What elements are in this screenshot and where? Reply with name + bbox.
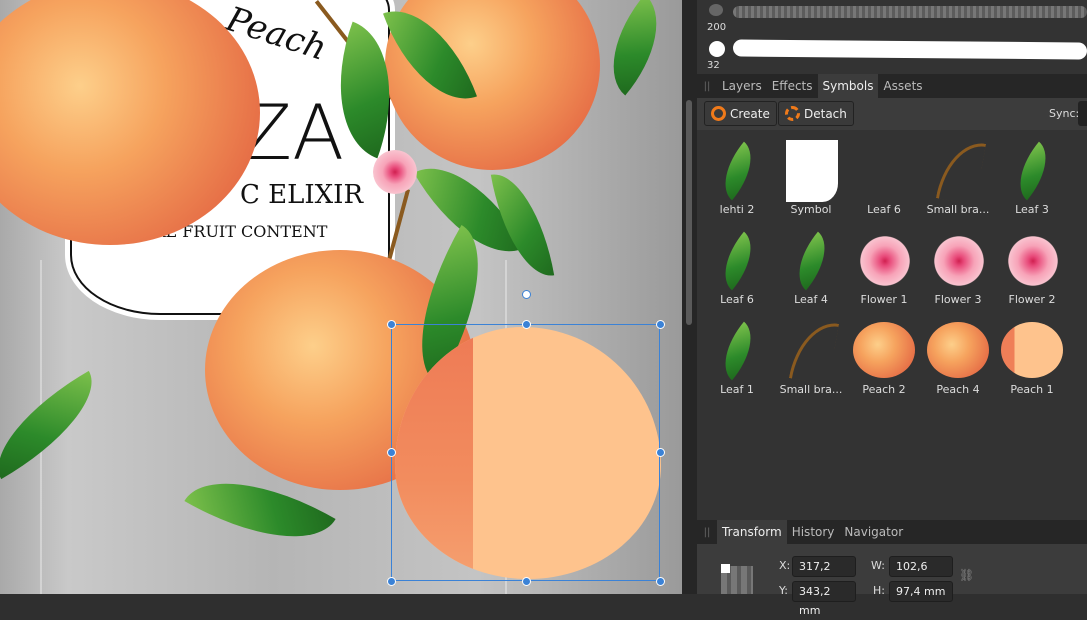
label-line1: C ELIXIR	[240, 180, 364, 210]
symbol-thumbnail-leaf	[1005, 141, 1061, 201]
symbol-label: Leaf 6	[867, 203, 901, 216]
symbol-thumbnail-leaf	[710, 231, 766, 291]
resize-handle[interactable]	[387, 320, 396, 329]
brush-tip-icon	[709, 41, 725, 57]
selection-box[interactable]	[391, 324, 660, 581]
symbol-thumbnail-none	[859, 140, 911, 202]
w-label: W:	[871, 559, 885, 572]
symbol-label: Leaf 6	[720, 293, 754, 306]
symbol-item[interactable]: Flower 1	[847, 222, 921, 312]
symbol-thumbnail-flower	[859, 230, 911, 292]
panel-grip-icon[interactable]: ||	[697, 527, 717, 538]
symbol-label: Leaf 3	[1015, 203, 1049, 216]
brush-size: 32	[707, 60, 720, 71]
symbol-item[interactable]: Peach 4	[921, 312, 995, 402]
detach-icon	[785, 106, 800, 121]
panel-grip-icon[interactable]: ||	[697, 81, 717, 92]
symbol-item[interactable]: Peach 2	[847, 312, 921, 402]
symbol-thumbnail-white	[786, 140, 838, 202]
brush-stroke-preview	[733, 6, 1087, 18]
bottom-panel-tabs: || Transform History Navigator	[697, 520, 1087, 544]
brush-size: 200	[707, 22, 727, 33]
symbol-label: Small bra...	[779, 383, 843, 396]
resize-handle[interactable]	[522, 320, 531, 329]
create-symbol-button[interactable]: Create	[704, 101, 777, 126]
symbol-thumbnail-leaf	[710, 321, 766, 381]
tab-history[interactable]: History	[787, 520, 840, 544]
tab-layers[interactable]: Layers	[717, 74, 767, 98]
symbol-label: Flower 1	[860, 293, 908, 306]
resize-handle[interactable]	[656, 320, 665, 329]
symbol-label: Peach 1	[1010, 383, 1054, 396]
symbol-label: Flower 3	[934, 293, 982, 306]
symbol-item[interactable]: Flower 2	[995, 222, 1069, 312]
symbol-label: Leaf 4	[794, 293, 828, 306]
resize-handle[interactable]	[656, 577, 665, 586]
symbol-thumbnail-flower	[1007, 230, 1059, 292]
symbol-item[interactable]: Leaf 1	[700, 312, 774, 402]
symbol-thumbnail-branch	[788, 316, 840, 386]
create-label: Create	[730, 106, 770, 121]
panel-tabs: || Layers Effects Symbols Assets	[697, 74, 1087, 98]
symbol-thumbnail-flatpeach	[1001, 322, 1063, 378]
symbol-item[interactable]: Small bra...	[774, 312, 848, 402]
symbol-label: Peach 4	[936, 383, 980, 396]
tab-navigator[interactable]: Navigator	[839, 520, 908, 544]
link-aspect-icon[interactable]: ⛓	[959, 568, 974, 582]
symbol-item[interactable]: Symbol	[774, 132, 848, 222]
sync-dropdown[interactable]	[1078, 101, 1087, 126]
symbol-thumbnail-flower	[933, 230, 985, 292]
resize-handle[interactable]	[387, 577, 396, 586]
symbol-label: Small bra...	[926, 203, 990, 216]
symbol-item[interactable]: lehti 2	[700, 132, 774, 222]
right-panel: 200 32 || Layers Effects Symbols Assets …	[697, 0, 1087, 617]
rotate-handle[interactable]	[522, 290, 531, 299]
tab-transform[interactable]: Transform	[717, 520, 787, 544]
resize-handle[interactable]	[387, 448, 396, 457]
symbol-item[interactable]: Small bra...	[921, 132, 995, 222]
symbol-thumbnail-peach	[927, 322, 989, 378]
x-label: X:	[779, 559, 791, 572]
detach-symbol-button[interactable]: Detach	[778, 101, 854, 126]
symbol-item[interactable]: Leaf 6	[847, 132, 921, 222]
leaf	[0, 370, 114, 480]
symbol-thumbnail-leaf	[710, 141, 766, 201]
symbol-label: Symbol	[790, 203, 832, 216]
symbol-item[interactable]: Peach 1	[995, 312, 1069, 402]
x-field[interactable]: 317,2 mm	[792, 556, 856, 592]
anchor-selected[interactable]	[721, 564, 730, 573]
h-label: H:	[873, 584, 885, 597]
symbol-label: Leaf 1	[720, 383, 754, 396]
width-field[interactable]: 102,6 mm	[889, 556, 953, 592]
scrollbar-thumb[interactable]	[686, 100, 692, 325]
brush-item[interactable]: 32	[697, 38, 1087, 72]
symbol-item[interactable]: Leaf 6	[700, 222, 774, 312]
resize-handle[interactable]	[656, 448, 665, 457]
flower	[373, 150, 417, 194]
y-field[interactable]: 343,2 mm	[792, 581, 856, 617]
resize-handle[interactable]	[522, 577, 531, 586]
symbol-icon	[711, 106, 726, 121]
height-field[interactable]: 97,4 mm	[889, 581, 953, 602]
tab-symbols[interactable]: Symbols	[817, 74, 879, 98]
document-canvas[interactable]: Peach ZA C ELIXIR URE FRUIT CONTENT	[0, 0, 682, 594]
sync-label: Sync:	[1049, 107, 1080, 120]
brush-item[interactable]: 200	[697, 0, 1087, 36]
symbol-item[interactable]: Leaf 3	[995, 132, 1069, 222]
symbol-label: Flower 2	[1008, 293, 1056, 306]
symbol-thumbnail-branch	[935, 136, 987, 206]
brush-tip-icon	[709, 4, 723, 16]
symbol-item[interactable]: Flower 3	[921, 222, 995, 312]
y-label: Y:	[779, 584, 788, 597]
symbol-thumbnail-leaf	[784, 231, 840, 291]
detach-label: Detach	[804, 106, 847, 121]
symbol-thumbnail-peach	[853, 322, 915, 378]
tab-assets[interactable]: Assets	[878, 74, 927, 98]
leaf	[586, 0, 682, 96]
tab-effects[interactable]: Effects	[767, 74, 818, 98]
symbol-label: lehti 2	[719, 203, 755, 216]
symbol-label: Peach 2	[862, 383, 906, 396]
brush-stroke-preview	[733, 39, 1087, 60]
symbol-item[interactable]: Leaf 4	[774, 222, 848, 312]
